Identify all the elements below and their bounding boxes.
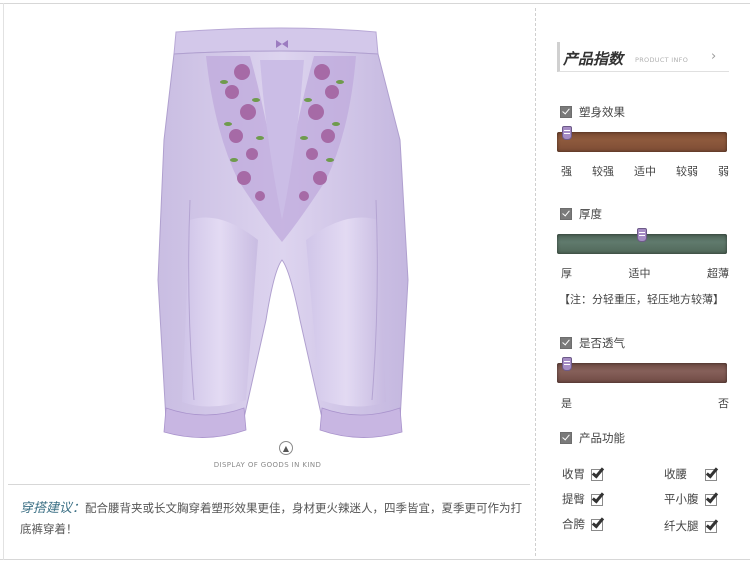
function-item: 收胃 xyxy=(562,465,607,482)
function-item: 纤大腿 xyxy=(664,517,721,534)
thickness-scale: 厚 适中 超薄 xyxy=(561,265,729,281)
shaping-label: 塑身效果 xyxy=(579,105,625,119)
function-label: 收胃 xyxy=(562,467,585,481)
shaping-level-bar xyxy=(557,132,727,152)
section-breathable: 是否透气 xyxy=(560,336,625,350)
photo-caption: DISPLAY OF GOODS IN KIND xyxy=(213,461,322,469)
scale-label: 适中 xyxy=(634,165,656,178)
thickness-slider-handle[interactable] xyxy=(637,228,647,242)
checkbox-icon xyxy=(560,208,572,220)
function-label: 提臀 xyxy=(562,492,585,506)
suggestion-text: 配合腰背夹或长文胸穿着塑形效果更佳，身材更火辣迷人，四季皆宜，夏季更可作为打底裤… xyxy=(20,501,523,536)
shaping-scale: 强 较强 适中 较弱 弱 xyxy=(561,163,729,179)
checkmark-icon[interactable] xyxy=(705,465,721,482)
function-item: 合胯 xyxy=(562,515,607,532)
panel-title: 产品指数 xyxy=(563,50,624,68)
scale-label: 适中 xyxy=(628,267,651,280)
column-divider xyxy=(535,8,536,556)
left-border xyxy=(3,3,4,560)
thickness-note: 【注：分轻重压，轻压地方较薄】 xyxy=(559,293,724,306)
scale-label: 厚 xyxy=(561,267,572,280)
chevron-right-icon[interactable]: › xyxy=(711,49,716,64)
thickness-label: 厚度 xyxy=(579,207,602,221)
breathable-label: 是否透气 xyxy=(579,336,625,350)
checkbox-icon xyxy=(560,106,572,118)
checkbox-icon xyxy=(560,432,572,444)
breathable-slider-handle[interactable] xyxy=(562,357,573,371)
product-photo xyxy=(157,27,409,438)
bottom-divider xyxy=(0,559,750,560)
scale-label: 较强 xyxy=(592,165,614,178)
breathable-scale: 是 否 xyxy=(561,395,729,411)
scale-label: 超薄 xyxy=(707,267,729,280)
scale-label: 是 xyxy=(561,397,572,410)
styling-suggestion: 穿搭建议：配合腰背夹或长文胸穿着塑形效果更佳，身材更火辣迷人，四季皆宜，夏季更可… xyxy=(20,498,525,539)
functions-label: 产品功能 xyxy=(579,431,625,445)
function-item: 收腰 xyxy=(664,465,721,482)
shaping-slider-handle[interactable] xyxy=(562,126,573,140)
panel-subtitle: PRODUCT INFO xyxy=(635,56,689,64)
scale-label: 否 xyxy=(718,397,729,410)
function-label: 合胯 xyxy=(562,517,585,531)
breathable-level-bar xyxy=(557,363,727,383)
checkmark-icon[interactable] xyxy=(591,490,607,507)
product-detail-panel: ▲ DISPLAY OF GOODS IN KIND 穿搭建议：配合腰背夹或长文… xyxy=(0,0,750,575)
checkbox-icon xyxy=(560,337,572,349)
function-label: 纤大腿 xyxy=(664,519,699,533)
section-functions: 产品功能 xyxy=(560,431,625,445)
chevron-up-icon[interactable]: ▲ xyxy=(279,441,293,455)
checkmark-icon[interactable] xyxy=(704,490,721,507)
checkmark-icon[interactable] xyxy=(591,465,607,482)
function-label: 平小腹 xyxy=(664,492,699,506)
section-thickness: 厚度 xyxy=(560,207,602,221)
suggestion-title: 穿搭建议： xyxy=(20,501,86,516)
top-divider xyxy=(0,3,750,4)
scale-label: 弱 xyxy=(718,165,729,178)
checkmark-icon[interactable] xyxy=(704,517,721,534)
function-item: 平小腹 xyxy=(664,490,721,507)
scale-label: 强 xyxy=(561,165,572,178)
checkmark-icon[interactable] xyxy=(591,515,607,532)
section-shaping: 塑身效果 xyxy=(560,105,625,119)
function-label: 收腰 xyxy=(664,467,687,481)
scale-label: 较弱 xyxy=(676,165,698,178)
suggestion-divider xyxy=(8,484,530,485)
function-item: 提臀 xyxy=(562,490,607,507)
